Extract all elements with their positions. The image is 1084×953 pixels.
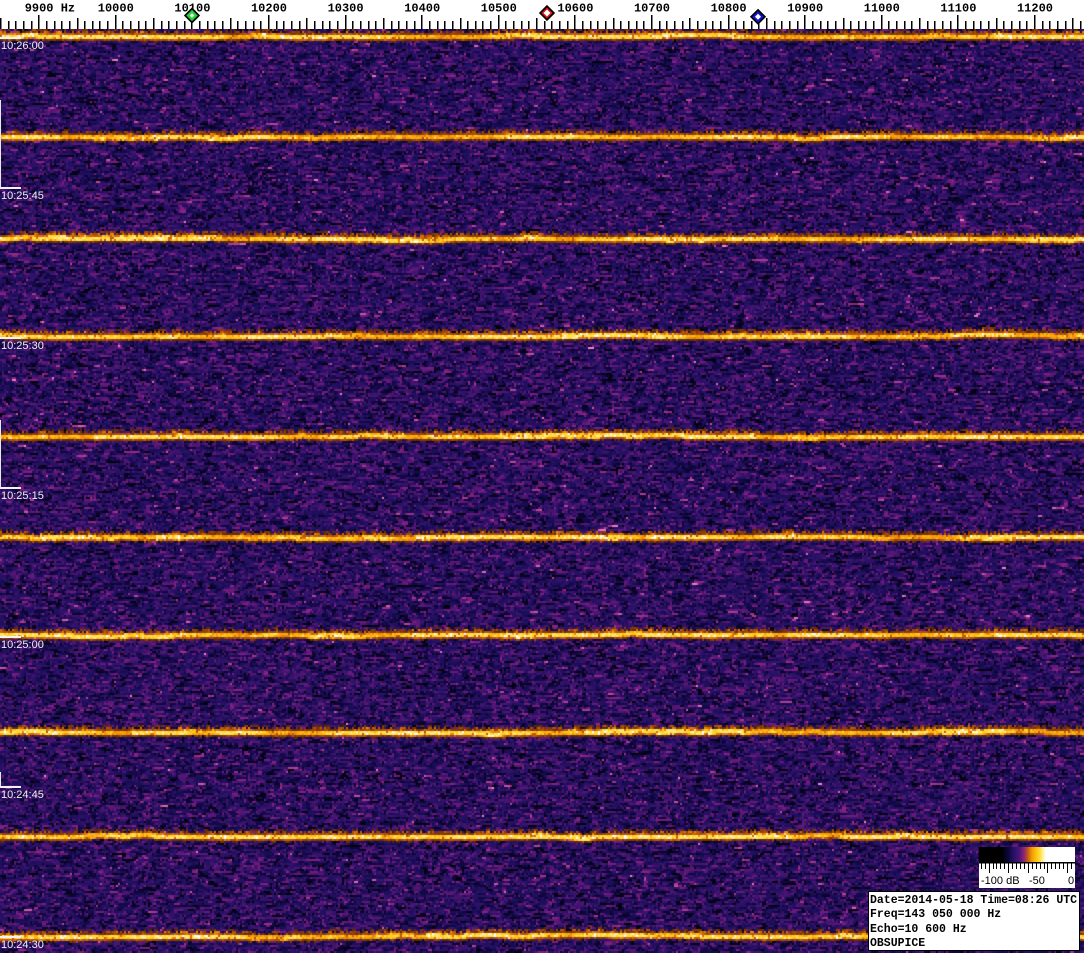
svg-text:10800: 10800 xyxy=(711,2,747,16)
svg-text:10600: 10600 xyxy=(557,2,593,16)
svg-text:10000: 10000 xyxy=(98,2,134,16)
svg-text:11100: 11100 xyxy=(940,2,976,16)
svg-text:10200: 10200 xyxy=(251,2,287,16)
svg-text:10400: 10400 xyxy=(404,2,440,16)
svg-text:10900: 10900 xyxy=(787,2,823,16)
svg-text:10500: 10500 xyxy=(481,2,517,16)
svg-text:11200: 11200 xyxy=(1017,2,1053,16)
svg-text:9900 Hz: 9900 Hz xyxy=(25,2,75,16)
svg-text:11000: 11000 xyxy=(864,2,900,16)
svg-text:10700: 10700 xyxy=(634,2,670,16)
svg-text:10300: 10300 xyxy=(328,2,364,16)
